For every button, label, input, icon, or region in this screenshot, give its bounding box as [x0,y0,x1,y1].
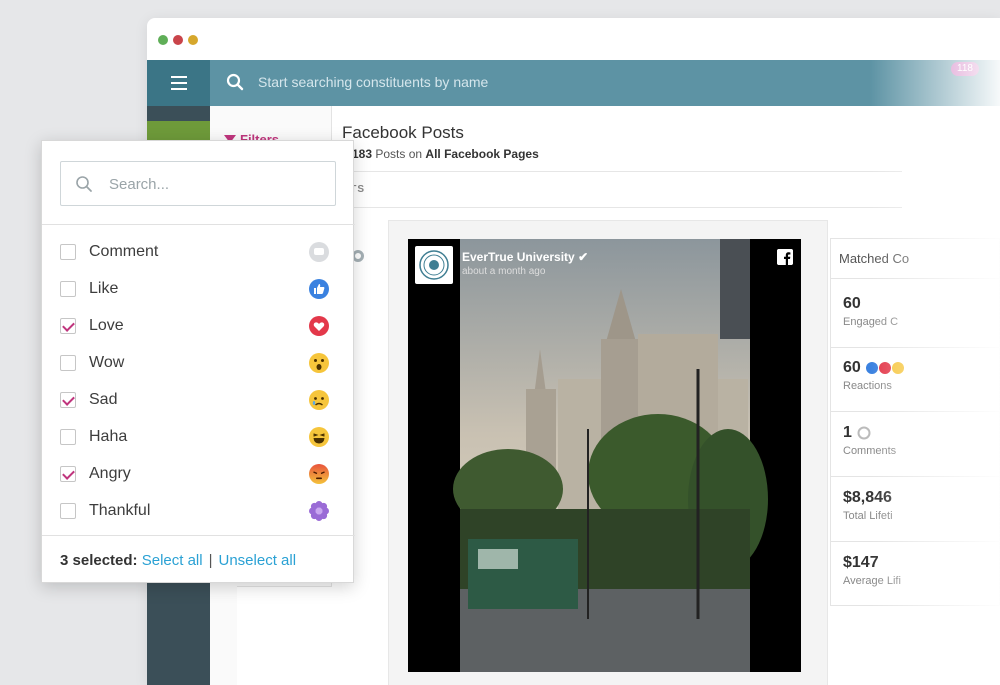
stat-label: Average Lifi [843,575,901,587]
post-author-name: EverTrue University [462,250,575,264]
checkbox-checked[interactable] [60,392,76,408]
post-photo[interactable] [408,239,801,672]
link-separator: | [208,552,213,569]
verified-icon: ✔ [578,250,589,264]
option-label: Love [89,317,124,334]
dropdown-search[interactable] [60,161,336,206]
page-subtitle: 2,183 Posts on All Facebook Pages [342,147,539,161]
option-love[interactable]: Love [60,315,329,339]
page-avatar[interactable] [415,246,453,284]
top-bar: Start searching constituents by name 118 [147,60,1000,106]
stat-value: $8,846 [843,489,892,506]
option-label: Comment [89,243,159,260]
divider [831,347,1000,348]
university-seal-icon [419,250,449,280]
title-bar [147,18,1000,60]
stat-comments: 1 Comments [843,424,896,457]
divider [831,541,1000,542]
option-label: Angry [89,465,131,482]
wow-icon [307,351,331,375]
stat-label: Engaged C [843,316,899,328]
stat-value: 1 [843,424,896,442]
page-scope-link[interactable]: All Facebook Pages [425,147,538,161]
search-icon [226,73,244,91]
stat-value: 60 [843,295,861,312]
window-dot-yellow[interactable] [188,35,198,45]
post-time: about a month ago [462,266,546,277]
checkbox[interactable] [60,244,76,260]
filters-panel [237,586,332,685]
menu-button[interactable] [147,60,210,106]
comment-icon [307,240,331,264]
thankful-icon [307,499,331,523]
stat-total-lifetime: $8,846 Total Lifeti [843,489,893,522]
page-title: Facebook Posts [342,123,464,142]
divider [42,535,355,536]
campus-photo-image [453,239,768,672]
dropdown-search-input[interactable] [109,172,319,196]
option-label: Thankful [89,502,151,519]
select-all-link[interactable]: Select all [142,552,203,569]
hamburger-icon [170,74,187,92]
stat-value: $147 [843,554,879,571]
comment-small-icon [857,426,871,440]
option-label: Sad [89,391,118,408]
checkbox[interactable] [60,429,76,445]
post-author[interactable]: EverTrue University ✔ [462,250,588,264]
option-haha[interactable]: Haha [60,426,329,450]
checkbox[interactable] [60,355,76,371]
stat-label: Reactions [843,380,892,392]
selection-footer: 3 selected: Select all | Unselect all [60,552,296,569]
stats-header: Matched Co [831,239,999,279]
constituent-search-input[interactable]: Start searching constituents by name [258,74,488,90]
stat-value: 60 [843,359,907,377]
option-label: Haha [89,428,128,445]
option-like[interactable]: Like [60,278,329,302]
divider [831,476,1000,477]
angry-icon [307,462,331,486]
option-label: Like [89,280,119,297]
facebook-icon[interactable] [777,249,793,265]
reaction-filter-dropdown: Comment Like Love Wow Sad Haha [41,140,355,583]
matched-constituents-panel: Matched Co 60 Engaged C 60 Reactions 1 C… [830,238,1000,606]
option-angry[interactable]: Angry [60,463,329,487]
stat-average-lifetime: $147 Average Lifi [843,554,901,587]
stat-engaged: 60 Engaged C [843,295,898,328]
haha-icon [307,425,331,449]
stat-label: Comments [843,445,897,457]
option-label: Wow [89,354,125,371]
search-icon [76,176,92,192]
stat-reactions: 60 Reactions [843,359,907,392]
checkbox-checked[interactable] [60,466,76,482]
option-sad[interactable]: Sad [60,389,329,413]
checkbox[interactable] [60,503,76,519]
reaction-icons-group [866,361,905,374]
selected-count: 3 selected: [60,552,138,569]
like-icon [307,277,331,301]
notification-badge[interactable]: 118 [951,62,979,76]
subtitle-text: Posts on [372,147,426,161]
window-dot-green[interactable] [158,35,168,45]
checkbox[interactable] [60,281,76,297]
tabs-row: NTS [342,171,902,208]
window-dot-red[interactable] [173,35,183,45]
unselect-all-link[interactable]: Unselect all [219,552,297,569]
checkbox-checked[interactable] [60,318,76,334]
option-comment[interactable]: Comment [60,241,329,265]
stat-label: Total Lifeti [843,510,893,522]
divider [831,411,1000,412]
divider [42,224,355,225]
option-thankful[interactable]: Thankful [60,500,329,524]
sad-icon [307,388,331,412]
love-icon [307,314,331,338]
option-wow[interactable]: Wow [60,352,329,376]
